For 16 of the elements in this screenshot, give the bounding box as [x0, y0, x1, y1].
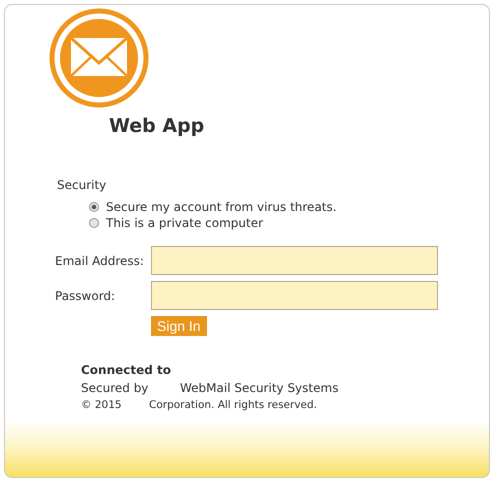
copyright-text: Corporation. All rights reserved. [149, 399, 318, 411]
radio-button[interactable] [89, 202, 99, 212]
password-field[interactable] [151, 281, 438, 310]
connected-to-text: Connected to [81, 363, 172, 377]
envelope-logo-icon [49, 8, 149, 108]
radio-button[interactable] [89, 218, 99, 228]
app-title: Web App [109, 115, 206, 137]
radio-option[interactable]: Secure my account from virus threats. [89, 200, 489, 214]
security-label: Security [57, 178, 108, 192]
secured-by-text: Secured by [81, 381, 150, 395]
copyright-year: © 2015 [81, 399, 123, 411]
email-field[interactable] [151, 246, 438, 275]
radio-option[interactable]: This is a private computer [89, 216, 489, 230]
field-label: Password: [55, 288, 116, 302]
field-label: Email Address: [55, 254, 145, 268]
security-systems-text: WebMail Security Systems [180, 381, 338, 395]
